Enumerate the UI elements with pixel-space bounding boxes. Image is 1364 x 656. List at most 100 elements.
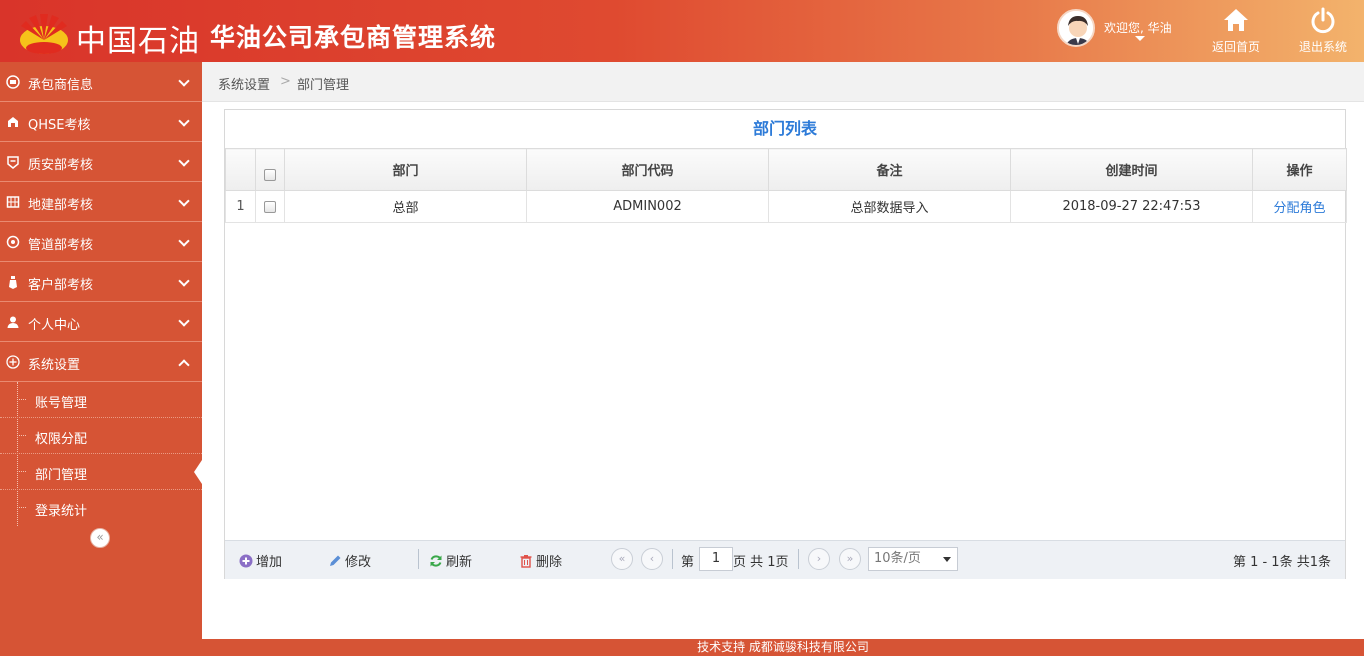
sidebar-item-system-settings[interactable]: 系统设置 (0, 342, 202, 382)
next-page-button[interactable]: › (808, 548, 830, 570)
home-icon (1224, 9, 1248, 31)
home-button[interactable]: 返回首页 (1205, 6, 1267, 58)
logout-button[interactable]: 退出系统 (1292, 6, 1354, 58)
refresh-label: 刷新 (446, 555, 473, 570)
tree-line (17, 399, 26, 400)
column-header-dept[interactable]: 部门 (284, 148, 527, 191)
table-header-row: 部门 部门代码 备注 创建时间 操作 (225, 148, 1347, 191)
tree-line (17, 471, 26, 472)
breadcrumb: 系统设置 > 部门管理 (202, 62, 1364, 102)
quality-safety-icon (7, 156, 19, 169)
table-row[interactable]: 1 总部 ADMIN002 总部数据导入 2018-09-27 22:47:53… (225, 190, 1347, 223)
row-checkbox[interactable] (264, 200, 276, 213)
sidebar: 承包商信息 QHSE考核 质安部考核 地建部考核 管道部考核 客户部考核 个人中… (0, 62, 202, 656)
sidebar-item-quality-safety[interactable]: 质安部考核 (0, 142, 202, 182)
pagination-divider (798, 549, 799, 569)
sidebar-item-construction[interactable]: 地建部考核 (0, 182, 202, 222)
chevron-down-icon (178, 75, 190, 87)
sidebar-subitem-label: 账号管理 (35, 396, 88, 411)
welcome-text: 欢迎您, 华油 (1104, 21, 1172, 35)
panel-title: 部门列表 (752, 119, 817, 138)
chevron-down-icon (178, 115, 190, 127)
assign-role-link[interactable]: 分配角色 (1273, 201, 1325, 216)
double-chevron-right-icon: » (846, 552, 854, 565)
double-chevron-left-icon: « (96, 530, 104, 544)
sidebar-subitem-login-statistics[interactable]: 登录统计 (0, 490, 202, 526)
chevron-down-icon (178, 275, 190, 287)
sidebar-item-label: 地建部考核 (28, 198, 94, 213)
breadcrumb-system-settings[interactable]: 系统设置 (218, 74, 270, 93)
sidebar-item-customer[interactable]: 客户部考核 (0, 262, 202, 302)
row-number-header (225, 148, 256, 191)
page-prefix: 第 (681, 555, 695, 570)
user-icon (7, 316, 19, 328)
column-header-remark[interactable]: 备注 (768, 148, 1011, 191)
system-title: 华油公司承包商管理系统 (210, 23, 497, 52)
breadcrumb-department-management: 部门管理 (297, 78, 350, 93)
sidebar-item-qhse[interactable]: QHSE考核 (0, 102, 202, 142)
sidebar-subitem-label: 登录统计 (35, 504, 88, 519)
column-header-action: 操作 (1252, 148, 1347, 191)
page-number-input[interactable]: 1 (699, 547, 733, 571)
chevron-down-icon[interactable] (1135, 36, 1145, 41)
footer: 技术支持 成都诚骏科技有限公司 (202, 639, 1364, 656)
logout-label: 退出系统 (1298, 40, 1347, 54)
last-page-button[interactable]: » (839, 548, 861, 570)
delete-label: 删除 (536, 555, 563, 570)
column-header-created[interactable]: 创建时间 (1010, 148, 1253, 191)
sidebar-item-label: 承包商信息 (28, 78, 94, 93)
delete-button[interactable]: 删除 (519, 551, 562, 570)
sidebar-item-contractor-info[interactable]: 承包商信息 (0, 62, 202, 102)
prev-page-button[interactable]: ‹ (641, 548, 663, 570)
select-all-checkbox[interactable] (264, 168, 276, 181)
sidebar-item-label: QHSE考核 (28, 118, 91, 133)
avatar[interactable] (1057, 9, 1095, 47)
sidebar-subitem-account-management[interactable]: 账号管理 (0, 382, 202, 418)
department-list-panel: 部门列表 部门 部门代码 备注 创建时间 操作 1 总部 ADMIN002 总部… (224, 109, 1347, 579)
brand-name: 中国石油 (76, 24, 200, 59)
cell-created: 2018-09-27 22:47:53 (1010, 190, 1253, 223)
add-button[interactable]: 增加 (239, 551, 282, 570)
customer-icon (9, 276, 17, 289)
chevron-right-icon: › (816, 552, 822, 565)
chevron-down-icon (178, 195, 190, 207)
sidebar-collapse-button[interactable]: « (90, 528, 110, 548)
petrochina-logo-icon (20, 14, 68, 54)
home-label: 返回首页 (1211, 40, 1260, 54)
power-icon (1311, 7, 1335, 34)
column-header-code[interactable]: 部门代码 (526, 148, 769, 191)
double-chevron-left-icon: « (618, 552, 626, 565)
contractor-info-icon (6, 75, 20, 89)
qhse-icon (8, 117, 18, 127)
tree-line (17, 435, 26, 436)
chevron-up-icon (178, 359, 190, 371)
page-size-select[interactable]: 10条/页 (868, 547, 958, 571)
breadcrumb-separator-icon: > (280, 74, 291, 89)
edit-label: 修改 (345, 555, 372, 570)
plus-circle-icon (239, 554, 253, 568)
first-page-button[interactable]: « (611, 548, 633, 570)
system-settings-submenu: 账号管理 权限分配 部门管理 登录统计 (0, 382, 202, 526)
cell-remark: 总部数据导入 (768, 190, 1011, 223)
sidebar-item-label: 客户部考核 (28, 278, 94, 293)
page-size-value: 10条/页 (874, 551, 921, 566)
chevron-down-icon (943, 557, 951, 562)
sidebar-subitem-department-management[interactable]: 部门管理 (0, 454, 202, 490)
page-total-text: 页 共 1页 (733, 555, 789, 570)
settings-icon (6, 355, 20, 369)
chevron-down-icon (178, 155, 190, 167)
row-number: 1 (225, 190, 256, 223)
cell-action: 分配角色 (1252, 190, 1347, 223)
pagination-info: 第 1 - 1条 共1条 (1232, 555, 1331, 570)
refresh-button[interactable]: 刷新 (429, 551, 472, 570)
select-all-header (255, 148, 285, 191)
app-header: 中国石油 华油公司承包商管理系统 欢迎您, 华油 返回首页 退出系统 (0, 0, 1364, 62)
sidebar-subitem-label: 部门管理 (35, 468, 88, 483)
sidebar-subitem-permission-assignment[interactable]: 权限分配 (0, 418, 202, 454)
sidebar-item-personal-center[interactable]: 个人中心 (0, 302, 202, 342)
row-select-cell (255, 190, 285, 223)
user-avatar-icon (1059, 11, 1093, 45)
edit-button[interactable]: 修改 (328, 551, 371, 570)
sidebar-item-label: 管道部考核 (28, 238, 94, 253)
sidebar-item-pipeline[interactable]: 管道部考核 (0, 222, 202, 262)
